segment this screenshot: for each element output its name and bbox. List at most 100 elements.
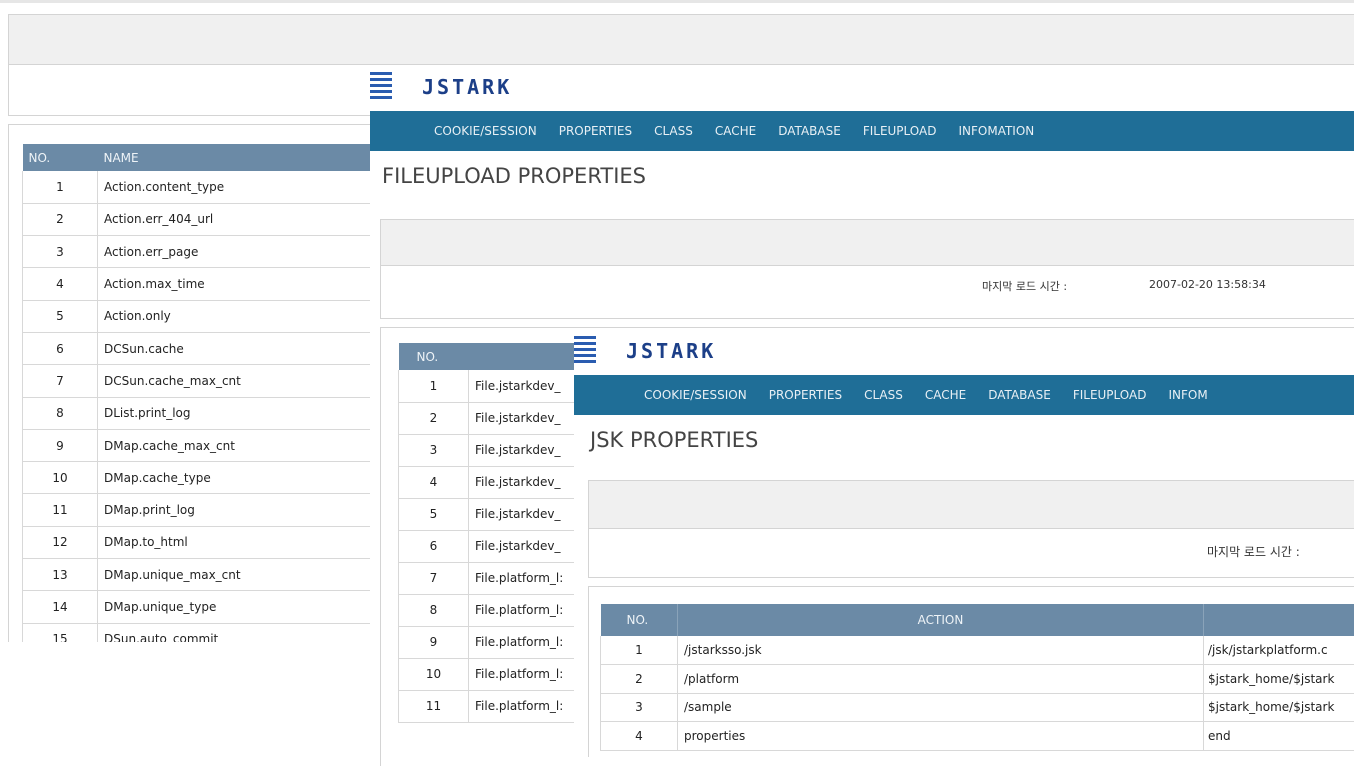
nav-bar: COOKIE/SESSION PROPERTIES CLASS CACHE DA… (370, 111, 1354, 151)
cell-value: /jsk/jstarkplatform.c (1204, 636, 1354, 665)
table-row[interactable]: 3Action.err_page (23, 236, 393, 268)
cell-value: DMap.cache_max_cnt (98, 429, 393, 461)
col-no-header: NO. (23, 144, 98, 171)
row-number: 6 (23, 332, 98, 364)
table-row[interactable]: 7DCSun.cache_max_cnt (23, 365, 393, 397)
table-row[interactable]: 10File.platform_l: (399, 658, 599, 690)
col-action-header: ACTION (678, 604, 1204, 636)
table-row[interactable]: 12DMap.to_html (23, 526, 393, 558)
row-number: 4 (23, 268, 98, 300)
row-number: 1 (23, 171, 98, 203)
nav-cookie-session[interactable]: COOKIE/SESSION (434, 124, 537, 138)
nav-cache[interactable]: CACHE (925, 388, 966, 402)
row-number: 1 (399, 370, 469, 402)
cell-value: /sample (678, 693, 1204, 722)
cell-value: Action.err_404_url (98, 203, 393, 235)
nav-cache[interactable]: CACHE (715, 124, 756, 138)
row-number: 10 (23, 462, 98, 494)
table-row[interactable]: 6File.jstarkdev_ (399, 530, 599, 562)
table-row[interactable]: 1/jstarksso.jsk/jsk/jstarkplatform.c (601, 636, 1354, 665)
table-row[interactable]: 9DMap.cache_max_cnt (23, 429, 393, 461)
table-row[interactable]: 2/platform$jstark_home/$jstark (601, 665, 1354, 694)
table-row[interactable]: 1Action.content_type (23, 171, 393, 203)
nav-fileupload[interactable]: FILEUPLOAD (1073, 388, 1147, 402)
table-row[interactable]: 11DMap.print_log (23, 494, 393, 526)
nav-database[interactable]: DATABASE (988, 388, 1051, 402)
row-number: 12 (23, 526, 98, 558)
table-row[interactable]: 8File.platform_l: (399, 594, 599, 626)
cell-value: DMap.print_log (98, 494, 393, 526)
table-row[interactable]: 5File.jstarkdev_ (399, 498, 599, 530)
cell-value: DMap.cache_type (98, 462, 393, 494)
col-no-header: NO. (399, 343, 469, 370)
cell-value: DCSun.cache (98, 332, 393, 364)
cell-value: DMap.to_html (98, 526, 393, 558)
table-row[interactable]: 5Action.only (23, 300, 393, 332)
table-row[interactable]: 2File.jstarkdev_ (399, 402, 599, 434)
row-number: 9 (23, 429, 98, 461)
table-row[interactable]: 7File.platform_l: (399, 562, 599, 594)
cell-value: Action.err_page (98, 236, 393, 268)
nav-infomation[interactable]: INFOMATION (958, 124, 1034, 138)
table-row[interactable]: 4Action.max_time (23, 268, 393, 300)
table-row[interactable]: 2Action.err_404_url (23, 203, 393, 235)
row-number: 3 (399, 434, 469, 466)
cell-value: properties (678, 722, 1204, 751)
last-load-label: 마지막 로드 시간 : (1207, 543, 1300, 560)
table-row[interactable]: 14DMap.unique_type (23, 591, 393, 623)
table-row[interactable]: 3File.jstarkdev_ (399, 434, 599, 466)
table-row[interactable]: 4propertiesend (601, 722, 1354, 751)
table-row[interactable]: 13DMap.unique_max_cnt (23, 559, 393, 591)
col-value-header (1204, 604, 1354, 636)
nav-bar: COOKIE/SESSION PROPERTIES CLASS CACHE DA… (574, 375, 1354, 415)
row-number: 8 (399, 594, 469, 626)
cell-value: /platform (678, 665, 1204, 694)
logo-text: JSTARK (626, 339, 716, 363)
row-number: 5 (399, 498, 469, 530)
row-number: 3 (23, 236, 98, 268)
nav-properties[interactable]: PROPERTIES (559, 124, 632, 138)
nav-properties[interactable]: PROPERTIES (769, 388, 842, 402)
fileupload-table: NO. 1File.jstarkdev_2File.jstarkdev_3Fil… (398, 343, 599, 723)
blank-area (0, 642, 372, 757)
cell-value: end (1204, 722, 1354, 751)
nav-infomation[interactable]: INFOM (1168, 388, 1207, 402)
row-number: 10 (399, 658, 469, 690)
last-load-value: 2007-02-20 13:58:34 (1149, 278, 1266, 291)
row-number: 8 (23, 397, 98, 429)
row-number: 3 (601, 693, 678, 722)
row-number: 7 (23, 365, 98, 397)
row-number: 9 (399, 626, 469, 658)
cell-value: DMap.unique_max_cnt (98, 559, 393, 591)
page-title: JSK PROPERTIES (590, 428, 758, 452)
row-number: 1 (601, 636, 678, 665)
nav-class[interactable]: CLASS (654, 124, 693, 138)
row-number: 2 (23, 203, 98, 235)
cell-value: /jstarksso.jsk (678, 636, 1204, 665)
table-row[interactable]: 11File.platform_l: (399, 690, 599, 722)
table-row[interactable]: 8DList.print_log (23, 397, 393, 429)
row-number: 2 (399, 402, 469, 434)
table-row[interactable]: 9File.platform_l: (399, 626, 599, 658)
properties-table: NO. NAME 1Action.content_type2Action.err… (22, 144, 393, 656)
cell-value: DMap.unique_type (98, 591, 393, 623)
nav-cookie-session[interactable]: COOKIE/SESSION (644, 388, 747, 402)
table-row[interactable]: 1File.jstarkdev_ (399, 370, 599, 402)
page-title: FILEUPLOAD PROPERTIES (382, 164, 646, 188)
row-number: 11 (23, 494, 98, 526)
table-row[interactable]: 4File.jstarkdev_ (399, 466, 599, 498)
table-row[interactable]: 10DMap.cache_type (23, 462, 393, 494)
menu-icon[interactable] (574, 336, 596, 363)
menu-icon[interactable] (370, 72, 392, 99)
row-number: 7 (399, 562, 469, 594)
col-no-header: NO. (601, 604, 678, 636)
cell-value: $jstark_home/$jstark (1204, 693, 1354, 722)
nav-fileupload[interactable]: FILEUPLOAD (863, 124, 937, 138)
nav-database[interactable]: DATABASE (778, 124, 841, 138)
cell-value: $jstark_home/$jstark (1204, 665, 1354, 694)
cell-value: Action.max_time (98, 268, 393, 300)
row-number: 11 (399, 690, 469, 722)
table-row[interactable]: 6DCSun.cache (23, 332, 393, 364)
table-row[interactable]: 3/sample$jstark_home/$jstark (601, 693, 1354, 722)
nav-class[interactable]: CLASS (864, 388, 903, 402)
